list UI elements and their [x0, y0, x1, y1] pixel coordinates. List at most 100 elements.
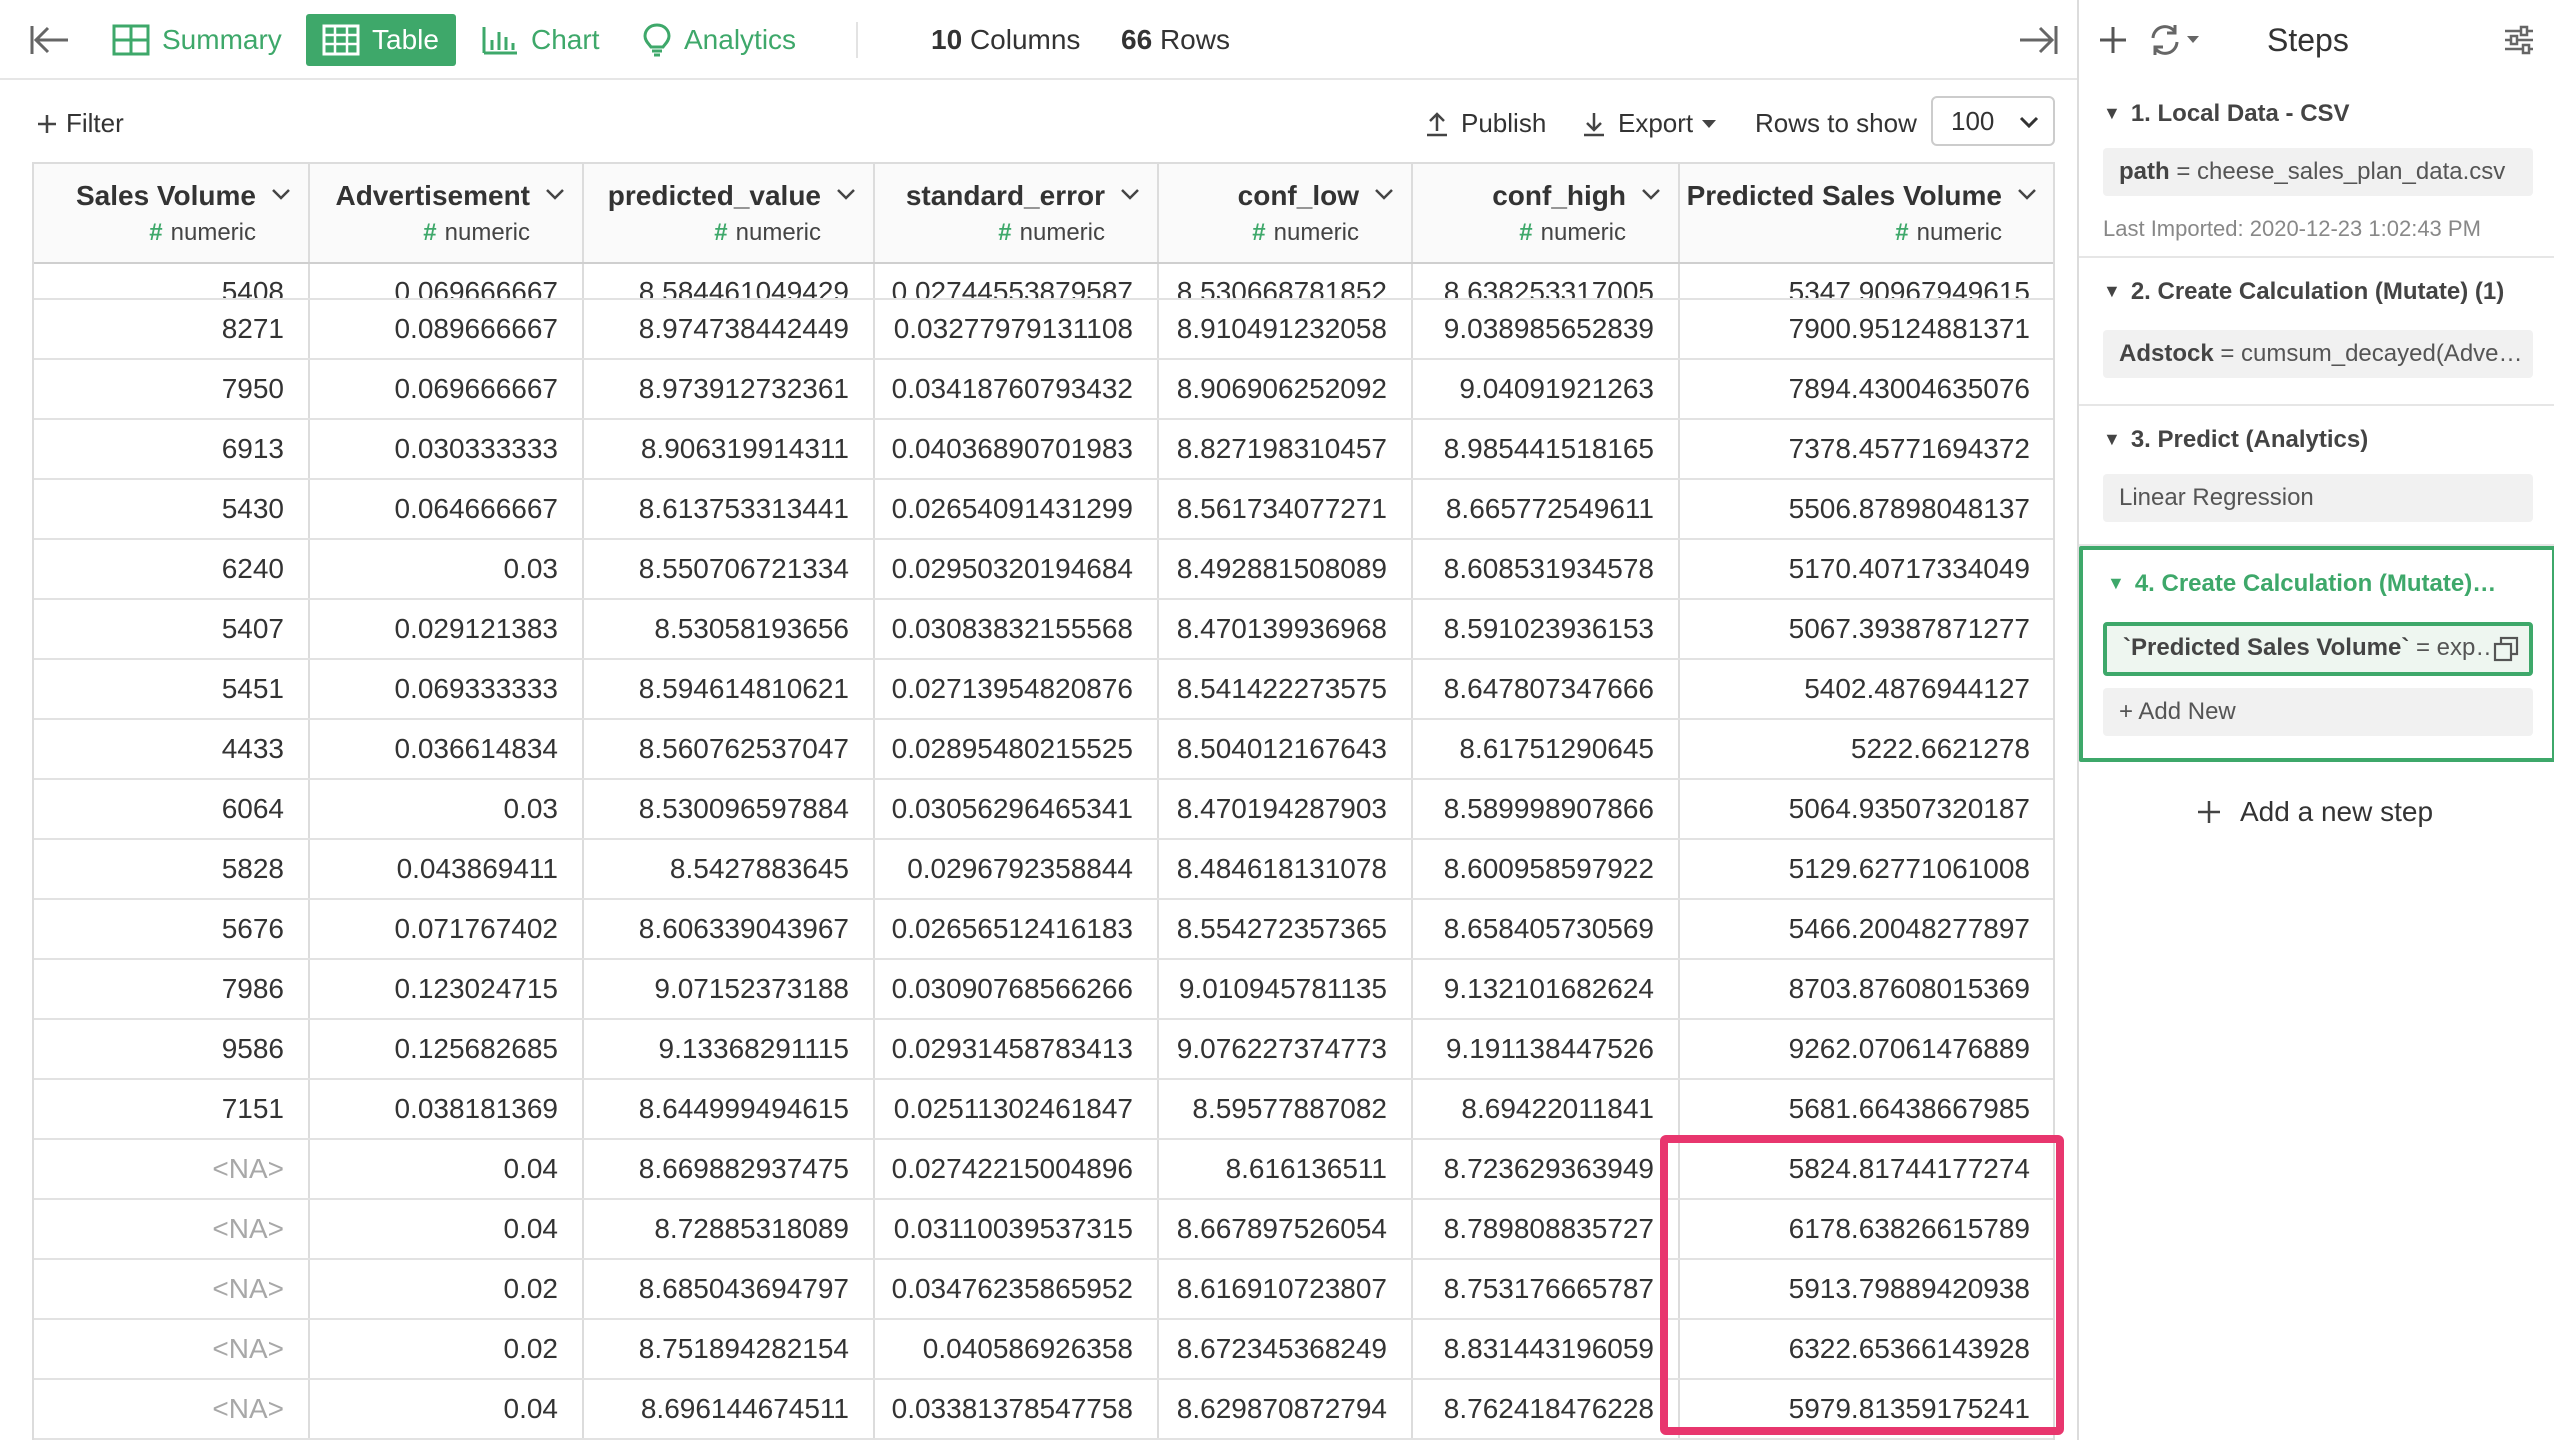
step-4-expression[interactable]: `Predicted Sales Volume` = exp… [2103, 622, 2533, 676]
chevron-down-icon[interactable] [544, 186, 566, 202]
table-cell[interactable]: 5913.79889420938 [1679, 1259, 2053, 1320]
table-cell[interactable]: 0.03090768566266 [874, 959, 1159, 1020]
table-cell[interactable]: 0.029121383 [309, 599, 584, 660]
tab-chart[interactable]: Chart [465, 14, 615, 66]
table-cell[interactable]: 7950 [34, 359, 310, 420]
table-cell[interactable]: 8.667897526054 [1158, 1199, 1413, 1260]
table-cell[interactable]: 5402.4876944127 [1679, 659, 2053, 720]
table-cell[interactable]: 8.685043694797 [583, 1259, 875, 1320]
table-cell[interactable]: 8.672345368249 [1158, 1319, 1413, 1380]
table-cell[interactable]: 8.72885318089 [583, 1199, 875, 1260]
table-cell[interactable]: 9.076227374773 [1158, 1019, 1413, 1080]
table-cell[interactable]: 0.0296792358844 [874, 839, 1159, 900]
table-cell[interactable]: 0.069666667 [309, 263, 584, 300]
table-cell[interactable]: 5676 [34, 899, 310, 960]
table-cell[interactable]: 0.071767402 [309, 899, 584, 960]
chevron-down-icon[interactable] [1373, 186, 1395, 202]
table-cell[interactable]: 8.554272357365 [1158, 899, 1413, 960]
table-cell[interactable]: 9.04091921263 [1412, 359, 1680, 420]
table-cell[interactable]: <NA> [34, 1319, 310, 1380]
table-cell[interactable]: 8.973912732361 [583, 359, 875, 420]
table-cell[interactable]: 0.02931458783413 [874, 1019, 1159, 1080]
table-cell[interactable]: 9.132101682624 [1412, 959, 1680, 1020]
table-cell[interactable]: 8.647807347666 [1412, 659, 1680, 720]
table-cell[interactable]: 8.644999494615 [583, 1079, 875, 1140]
table-cell[interactable]: 8.985441518165 [1412, 419, 1680, 480]
table-cell[interactable]: <NA> [34, 1379, 310, 1440]
step-4-title[interactable]: ▼ 4. Create Calculation (Mutate)… [2107, 570, 2496, 598]
table-cell[interactable]: 6064 [34, 779, 310, 840]
table-cell[interactable]: 8.629870872794 [1158, 1379, 1413, 1440]
table-cell[interactable]: 5408 [34, 263, 310, 300]
publish-button[interactable]: Publish [1425, 108, 1546, 139]
table-cell[interactable]: 9.038985652839 [1412, 299, 1680, 360]
table-cell[interactable]: 8.751894282154 [583, 1319, 875, 1380]
table-cell[interactable]: 0.03056296465341 [874, 779, 1159, 840]
table-cell[interactable]: 0.02744553879587 [874, 263, 1159, 300]
collapse-left-icon[interactable] [28, 20, 72, 60]
table-cell[interactable]: <NA> [34, 1199, 310, 1260]
refresh-icon[interactable] [2147, 22, 2203, 58]
table-cell[interactable]: 8.470194287903 [1158, 779, 1413, 840]
step-2-title[interactable]: ▼ 2. Create Calculation (Mutate) (1) [2103, 278, 2504, 306]
table-cell[interactable]: 8.906906252092 [1158, 359, 1413, 420]
table-cell[interactable]: 9.191138447526 [1412, 1019, 1680, 1080]
table-cell[interactable]: 0.02656512416183 [874, 899, 1159, 960]
table-cell[interactable]: 5129.62771061008 [1679, 839, 2053, 900]
table-cell[interactable]: 0.02713954820876 [874, 659, 1159, 720]
table-cell[interactable]: 8.669882937475 [583, 1139, 875, 1200]
table-cell[interactable]: 0.02511302461847 [874, 1079, 1159, 1140]
table-cell[interactable]: 8.5427883645 [583, 839, 875, 900]
collapse-right-icon[interactable] [2016, 20, 2060, 60]
table-cell[interactable]: 6913 [34, 419, 310, 480]
settings-sliders-icon[interactable] [2503, 24, 2535, 56]
table-cell[interactable]: 8.608531934578 [1412, 539, 1680, 600]
table-cell[interactable]: 4433 [34, 719, 310, 780]
table-cell[interactable]: 0.123024715 [309, 959, 584, 1020]
table-cell[interactable]: 0.02895480215525 [874, 719, 1159, 780]
table-cell[interactable]: 0.043869411 [309, 839, 584, 900]
table-cell[interactable]: 5430 [34, 479, 310, 540]
table-cell[interactable]: 8.753176665787 [1412, 1259, 1680, 1320]
chevron-down-icon[interactable] [1119, 186, 1141, 202]
table-cell[interactable]: 0.04036890701983 [874, 419, 1159, 480]
filter-button[interactable]: Filter [36, 108, 124, 139]
column-header[interactable]: Advertisement # numeric [309, 162, 584, 264]
step-1[interactable]: ▼ 1. Local Data - CSV path = cheese_sales… [2079, 82, 2554, 258]
table-cell[interactable]: 0.03110039537315 [874, 1199, 1159, 1260]
table-cell[interactable]: 6240 [34, 539, 310, 600]
column-header[interactable]: predicted_value # numeric [583, 162, 875, 264]
step-3-model[interactable]: Linear Regression [2103, 474, 2533, 522]
chevron-down-icon[interactable] [270, 186, 292, 202]
table-cell[interactable]: 0.03381378547758 [874, 1379, 1159, 1440]
table-cell[interactable]: <NA> [34, 1259, 310, 1320]
step-2[interactable]: ▼ 2. Create Calculation (Mutate) (1) Adst… [2079, 258, 2554, 406]
copy-icon[interactable] [2493, 636, 2519, 662]
table-cell[interactable]: 9586 [34, 1019, 310, 1080]
step-2-expression[interactable]: Adstock = cumsum_decayed(Adve… [2103, 330, 2533, 378]
table-cell[interactable]: 9.010945781135 [1158, 959, 1413, 1020]
table-cell[interactable]: 0.038181369 [309, 1079, 584, 1140]
table-cell[interactable]: 5824.81744177274 [1679, 1139, 2053, 1200]
step-4[interactable]: ▼ 4. Create Calculation (Mutate)… `Predic… [2079, 546, 2554, 762]
table-cell[interactable]: 8.584461049429 [583, 263, 875, 300]
table-cell[interactable]: <NA> [34, 1139, 310, 1200]
table-cell[interactable]: 8.606339043967 [583, 899, 875, 960]
column-header[interactable]: Predicted Sales Volume # numeric [1679, 162, 2053, 264]
table-cell[interactable]: 7378.45771694372 [1679, 419, 2053, 480]
table-cell[interactable]: 0.03418760793432 [874, 359, 1159, 420]
table-cell[interactable]: 8.530096597884 [583, 779, 875, 840]
tab-summary[interactable]: Summary [96, 14, 298, 66]
table-cell[interactable]: 0.02654091431299 [874, 479, 1159, 540]
table-cell[interactable]: 5170.40717334049 [1679, 539, 2053, 600]
table-cell[interactable]: 8.53058193656 [583, 599, 875, 660]
table-cell[interactable]: 5466.20048277897 [1679, 899, 2053, 960]
table-cell[interactable]: 5828 [34, 839, 310, 900]
table-cell[interactable]: 8271 [34, 299, 310, 360]
table-cell[interactable]: 8.492881508089 [1158, 539, 1413, 600]
table-cell[interactable]: 5347.90967949615 [1679, 263, 2053, 300]
table-cell[interactable]: 8.827198310457 [1158, 419, 1413, 480]
table-cell[interactable]: 8.974738442449 [583, 299, 875, 360]
table-cell[interactable]: 5067.39387871277 [1679, 599, 2053, 660]
table-cell[interactable]: 0.125682685 [309, 1019, 584, 1080]
